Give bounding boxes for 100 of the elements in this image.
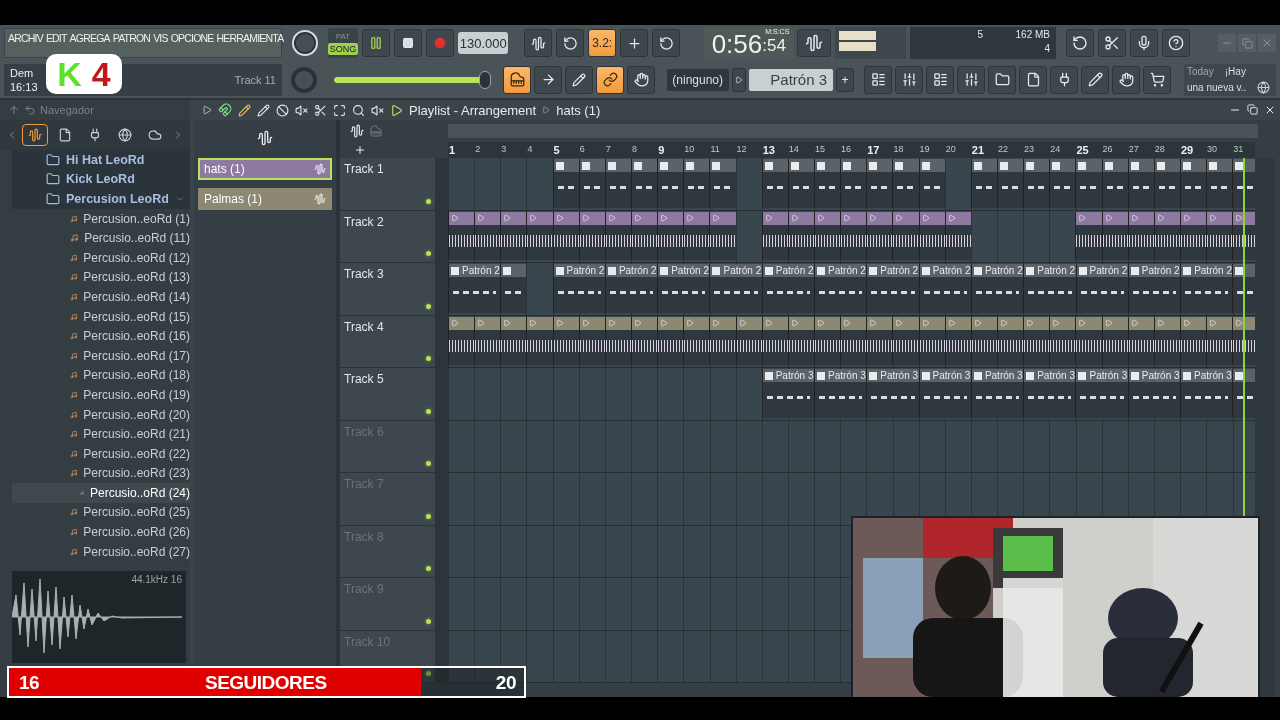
clip-label: Patrón 2 <box>880 265 919 276</box>
clip-label: Patrón 3 <box>1037 370 1075 381</box>
mode-toggle[interactable]: SONG <box>327 43 359 55</box>
bar-number: 8 <box>631 143 638 156</box>
pattern-clip[interactable]: Patrón 2 <box>1075 264 1128 313</box>
sample-info: 44.1kHz 16 <box>131 574 182 585</box>
bar-number: 17 <box>866 143 881 158</box>
clip-label: Patrón 2 <box>984 265 1023 276</box>
track-header[interactable]: Track 2 <box>340 210 448 263</box>
menu-item[interactable]: AGREGA <box>69 32 110 44</box>
add-pattern-button[interactable]: + <box>836 67 854 92</box>
file-item[interactable]: Percusio..eoRd (25) <box>12 502 190 523</box>
track-lane[interactable]: Patrón 3 Patrón 3 Patrón 3 Patrón 3 Patrón 3 Patrón 3 Patrón 3 Patrón 3 Patrón 3 <box>448 368 1255 421</box>
clip-label: Patrón 2 <box>1141 265 1180 276</box>
track-lane[interactable]: Patrón 2 Patrón 2 Patrón 2 Patrón 2 Patrón 2 Patrón 2 Patrón 2 Patrón 2 Patrón 2 Patrón 2 Patrón 2 Patrón 2 Patrón 2 Patrón 2 <box>448 263 1255 316</box>
track-header[interactable]: Track 3 <box>340 263 448 316</box>
pattern-clip[interactable]: Patrón 3 <box>1127 369 1181 418</box>
file-item[interactable]: Percusion..eoRd (1) <box>12 208 190 229</box>
pattern-clip[interactable]: Patrón 3 <box>970 369 1024 418</box>
menu-item[interactable]: EDIT <box>45 32 67 44</box>
clip-label: Patrón 2 <box>1037 265 1076 276</box>
menu-item[interactable]: PATRON <box>112 32 151 44</box>
file-item[interactable]: Percusio..eoRd (15) <box>12 306 190 327</box>
folder-item[interactable]: Kick LeoRd <box>12 169 190 190</box>
hint-target: Track 11 <box>234 73 276 86</box>
clip-label: Patrón 2 <box>618 265 657 276</box>
clip-label: Patrón 3 <box>775 370 814 381</box>
pattern-clip[interactable]: Patrón 2 <box>1127 264 1181 313</box>
clip-label: Patrón 2 <box>1089 265 1128 276</box>
bar-number: 10 <box>683 143 696 156</box>
file-item[interactable]: Percusio..eoRd (18) <box>12 365 190 386</box>
pattern-clip[interactable]: Patrón 2 <box>552 264 605 313</box>
menu-item[interactable]: ARCHIV <box>8 32 43 44</box>
track-header[interactable]: Track 4 <box>340 315 448 368</box>
clip-source-item[interactable]: hats (1) <box>198 158 332 180</box>
bar-number: 4 <box>526 143 534 156</box>
followers-current: 16 <box>19 672 40 694</box>
pattern-clip[interactable]: Patrón 2 <box>814 264 867 313</box>
clip-label: Patrón 2 <box>566 265 605 276</box>
mode-toggle[interactable]: PAT <box>333 31 353 43</box>
file-item[interactable]: Percusio..eoRd (14) <box>12 287 190 307</box>
file-item[interactable]: Percusio..eoRd (19) <box>12 385 190 405</box>
pattern-clip[interactable]: Patrón 2 <box>761 264 815 313</box>
bar-number: 29 <box>1179 143 1195 158</box>
pattern-clip[interactable]: Patrón 3 <box>814 369 867 418</box>
file-item[interactable]: Percusio..eoRd (26) <box>12 522 190 542</box>
bar-number: 13 <box>761 143 776 158</box>
pattern-clip[interactable]: Patrón 2 <box>657 264 710 313</box>
pattern-clip[interactable]: Patrón 2 <box>448 264 501 313</box>
pattern-clip[interactable]: Patrón 3 <box>866 369 919 418</box>
pattern-clip[interactable]: Patrón 3 <box>761 369 814 418</box>
browser-title: Navegador <box>40 104 94 116</box>
clip-source-item[interactable]: Palmas (1) <box>198 188 332 210</box>
pattern-clip[interactable]: Patrón 2 <box>918 264 971 313</box>
file-item[interactable]: Percusio..eoRd (16) <box>12 326 190 346</box>
bar-number: 16 <box>840 143 853 156</box>
tempo-field[interactable]: 130.000 <box>458 32 509 54</box>
bar-number: 3 <box>500 143 508 156</box>
clip-label: Patrón 3 <box>1194 370 1232 381</box>
file-item[interactable]: Percusio..eoRd (11) <box>12 228 190 248</box>
track-name: Track 1 <box>344 162 384 176</box>
pattern-clip[interactable]: Patrón 2 <box>1180 264 1233 313</box>
bar-number: 22 <box>996 143 1009 156</box>
file-item[interactable]: Percusio..oRd (24) <box>12 483 190 503</box>
bar-number: 28 <box>1153 143 1166 156</box>
file-item[interactable]: Percusio..eoRd (23) <box>12 463 190 484</box>
pattern-clip[interactable]: Patrón 2 <box>1023 264 1076 313</box>
menu-item[interactable]: VIS <box>153 32 168 44</box>
file-item[interactable]: Percusio..eoRd (27) <box>12 541 190 562</box>
pattern-clip[interactable]: Patrón 3 <box>1075 369 1128 418</box>
pattern-clip[interactable]: Patrón 3 <box>1023 369 1076 418</box>
file-item[interactable]: Percusio..eoRd (20) <box>12 404 190 425</box>
bar-number: 19 <box>918 143 931 156</box>
pattern-clip[interactable]: Patrón 2 <box>709 264 762 313</box>
pattern-clip[interactable]: Patrón 2 <box>866 264 919 313</box>
clip-label: Patrón 2 <box>1194 265 1232 276</box>
pattern-clip[interactable]: Patrón 2 <box>970 264 1024 313</box>
clip-label: Patrón 3 <box>984 370 1023 381</box>
menu-item[interactable]: HERRAMIENTA <box>216 32 284 44</box>
bar-number: 31 <box>1232 143 1245 156</box>
folder-item[interactable]: Hi Hat LeoRd <box>12 150 190 170</box>
file-item[interactable]: Percusio..eoRd (21) <box>12 424 190 444</box>
file-item[interactable]: Percusio..eoRd (17) <box>12 345 190 366</box>
file-item[interactable]: Percusio..eoRd (12) <box>12 247 190 268</box>
countdown-button[interactable]: 3.2: <box>588 29 617 57</box>
pattern-field[interactable]: Patrón 3 <box>749 68 833 91</box>
track-header[interactable]: Track 1 <box>340 158 448 211</box>
track-header[interactable]: Track 5 <box>340 368 448 421</box>
folder-item[interactable]: Percusion LeoRd <box>12 189 190 209</box>
pattern-clip[interactable]: Patrón 3 <box>1180 369 1233 418</box>
file-item[interactable]: Percusio..eoRd (13) <box>12 267 190 288</box>
mixer-target-field[interactable]: (ninguno) <box>667 68 729 91</box>
file-item[interactable]: Percusio..eoRd (22) <box>12 443 190 464</box>
clip-label: Patrón 2 <box>775 265 814 276</box>
clip-label: Patrón 3 <box>1141 370 1180 381</box>
pattern-clip[interactable]: Patrón 3 <box>918 369 971 418</box>
menu-item[interactable]: OPCIONE <box>170 32 214 44</box>
news-panel[interactable]: Today ¡Hay una nueva v.. <box>1184 63 1276 96</box>
timeline-ruler[interactable]: 1 2 3 4 5 6 7 8 9 10 11 12 13 14 15 16 17 18 19 20 21 22 23 24 25 26 27 28 29 30 31 <box>448 142 1255 158</box>
pattern-clip[interactable]: Patrón 2 <box>604 264 658 313</box>
